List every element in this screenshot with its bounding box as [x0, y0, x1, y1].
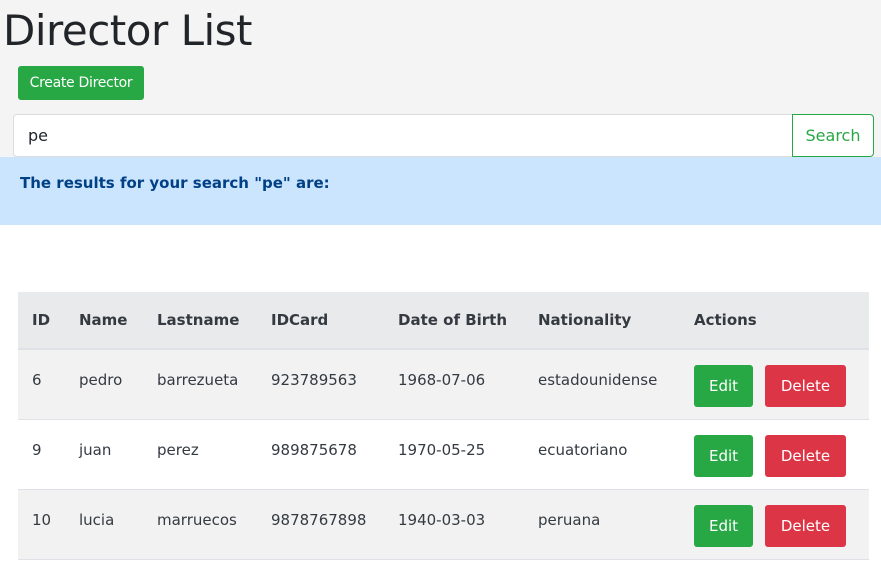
- edit-button[interactable]: Edit: [694, 435, 753, 477]
- alert-message: The results for your search "pe" are:: [20, 174, 330, 192]
- edit-button[interactable]: Edit: [694, 505, 753, 547]
- delete-button[interactable]: Delete: [765, 505, 846, 547]
- table-header-row: ID Name Lastname IDCard Date of Birth Na…: [18, 292, 869, 350]
- cell-idcard: 989875678: [271, 441, 357, 459]
- directors-table-container: ID Name Lastname IDCard Date of Birth Na…: [18, 292, 869, 560]
- cell-idcard: 923789563: [271, 371, 357, 390]
- directors-table: ID Name Lastname IDCard Date of Birth Na…: [18, 292, 869, 560]
- cell-id: 10: [32, 511, 52, 529]
- cell-lastname: perez: [157, 441, 199, 459]
- cell-actions: Edit Delete: [680, 489, 869, 559]
- cell-id: 6: [32, 371, 42, 390]
- cell-actions: Edit Delete: [680, 349, 869, 419]
- search-results-alert: The results for your search "pe" are:: [0, 157, 881, 225]
- search-button[interactable]: Search: [792, 114, 874, 157]
- column-header-idcard: IDCard: [257, 292, 384, 350]
- edit-button[interactable]: Edit: [694, 365, 753, 408]
- cell-idcard: 9878767898: [271, 511, 367, 529]
- cell-date-of-birth: 1940-03-03: [398, 511, 486, 529]
- cell-lastname: marruecos: [157, 511, 237, 529]
- cell-name: pedro: [79, 371, 123, 390]
- cell-lastname: barrezueta: [157, 371, 239, 390]
- cell-id: 9: [32, 441, 42, 459]
- column-header-actions: Actions: [680, 292, 869, 350]
- column-header-name: Name: [65, 292, 143, 350]
- cell-nationality: estadounidense: [538, 371, 658, 390]
- delete-button[interactable]: Delete: [765, 365, 846, 408]
- cell-name: lucia: [79, 511, 115, 529]
- cell-actions: Edit Delete: [680, 419, 869, 489]
- delete-button[interactable]: Delete: [765, 435, 846, 477]
- create-director-button[interactable]: Create Director: [18, 66, 144, 100]
- table-row: 10 lucia marruecos 9878767898 1940-03-03…: [18, 489, 869, 559]
- cell-nationality: peruana: [538, 511, 601, 529]
- column-header-date-of-birth: Date of Birth: [384, 292, 524, 350]
- page-header-area: Director List Create Director Search The…: [0, 0, 881, 225]
- column-header-nationality: Nationality: [524, 292, 680, 350]
- column-header-id: ID: [18, 292, 65, 350]
- table-row: 9 juan perez 989875678 1970-05-25 ecuato…: [18, 419, 869, 489]
- column-header-lastname: Lastname: [143, 292, 257, 350]
- page-title: Director List: [3, 6, 253, 55]
- cell-date-of-birth: 1968-07-06: [398, 371, 486, 390]
- cell-nationality: ecuatoriano: [538, 441, 628, 459]
- search-input[interactable]: [13, 114, 794, 157]
- cell-date-of-birth: 1970-05-25: [398, 441, 486, 459]
- table-row: 6 pedro barrezueta 923789563 1968-07-06 …: [18, 349, 869, 419]
- cell-name: juan: [79, 441, 112, 459]
